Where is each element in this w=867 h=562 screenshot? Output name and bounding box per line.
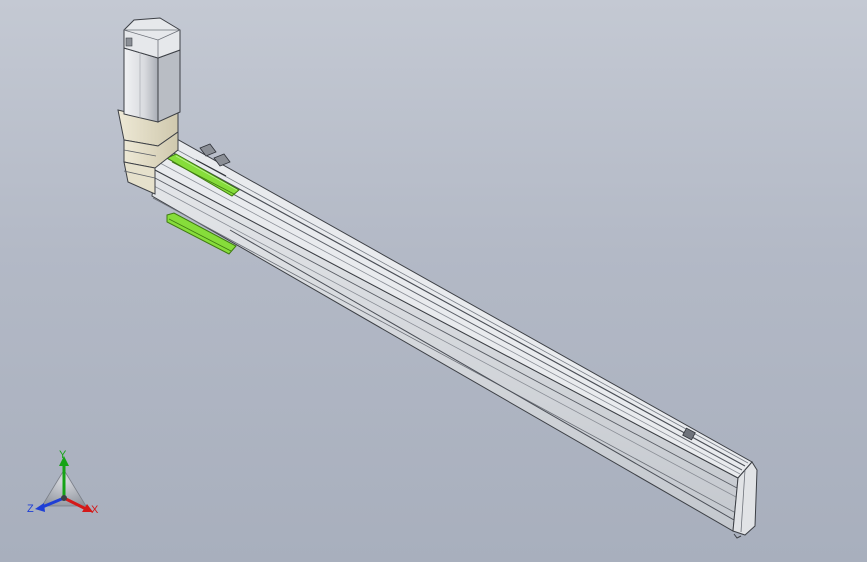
graphics-viewport[interactable]: Y Z X <box>0 0 867 562</box>
triad-z-label: Z <box>27 503 34 515</box>
stepper-motor[interactable] <box>123 17 181 123</box>
linear-actuator-model[interactable] <box>0 0 867 562</box>
actuator-rail[interactable] <box>151 137 758 539</box>
motor-side <box>123 47 159 123</box>
orientation-triad[interactable]: Y Z X <box>24 448 104 522</box>
rail-front-face <box>151 169 739 532</box>
motor-front <box>157 49 181 123</box>
triad-y-label: Y <box>59 449 67 461</box>
triad-x-label: X <box>91 504 99 516</box>
